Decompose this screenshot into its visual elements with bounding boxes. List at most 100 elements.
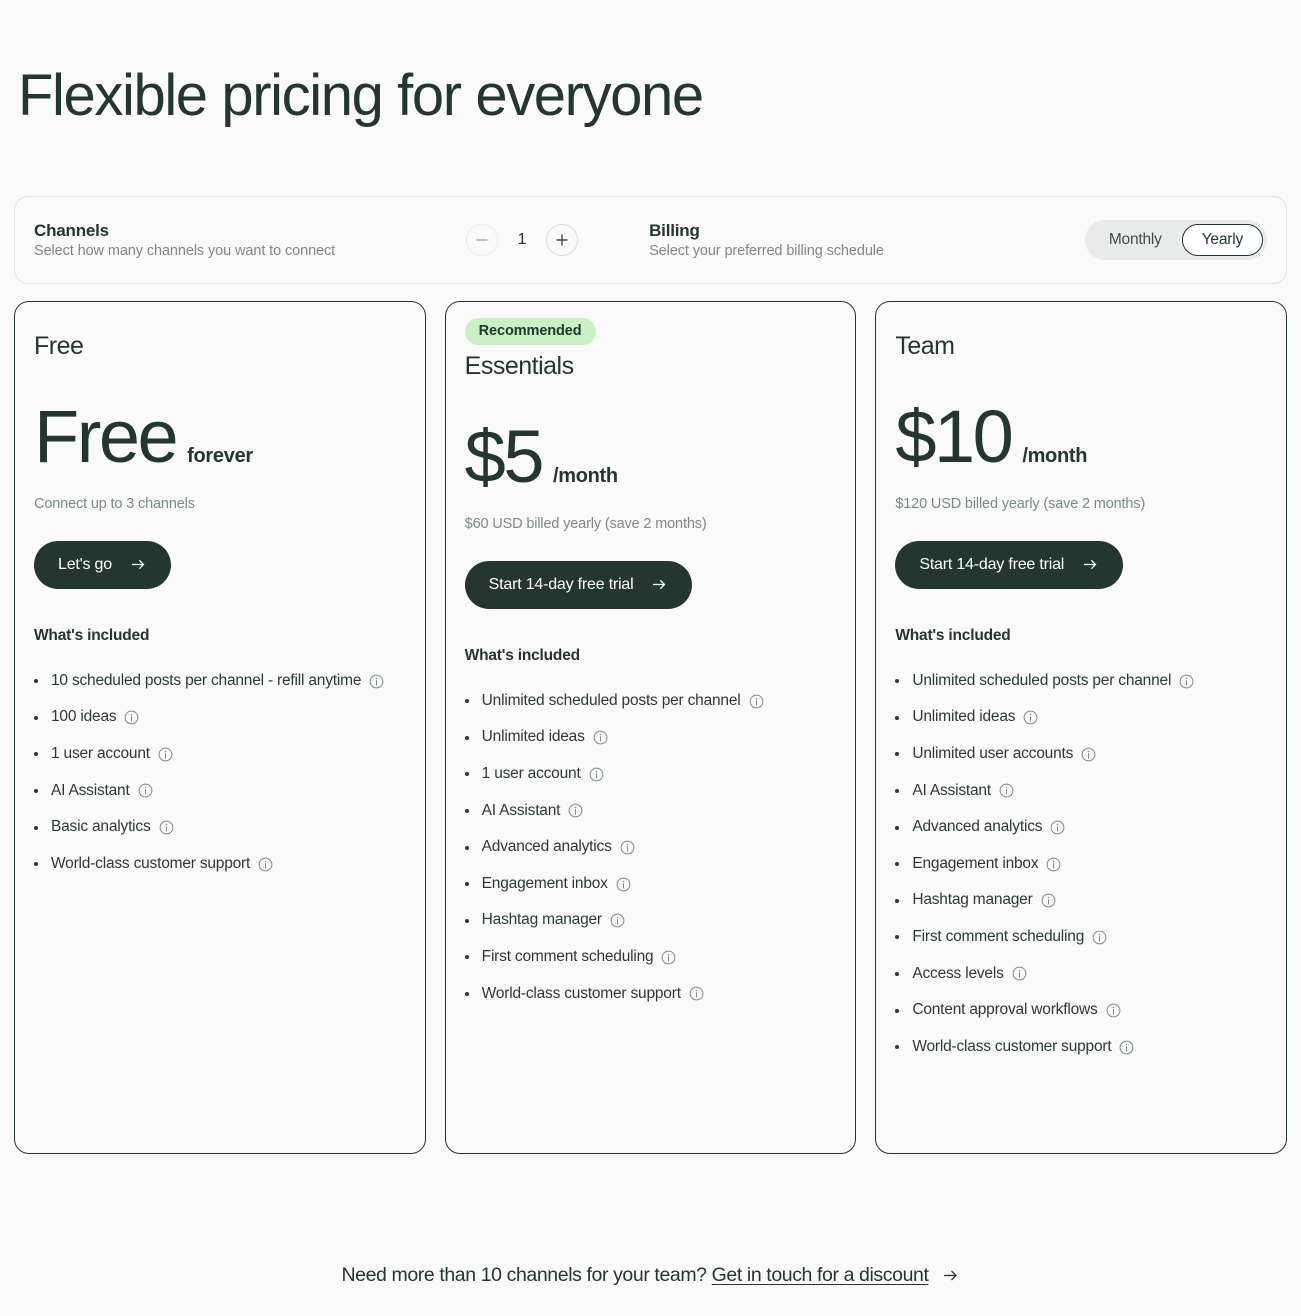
channels-labels: Channels Select how many channels you wa… <box>34 221 335 259</box>
bullet-icon <box>464 699 469 704</box>
plan-price-note: $120 USD billed yearly (save 2 months) <box>895 495 1146 512</box>
info-icon[interactable] <box>258 857 273 872</box>
bullet-icon <box>895 862 900 867</box>
feature-item: Access levels <box>895 956 1267 993</box>
info-icon[interactable] <box>124 710 139 725</box>
feature-label: AI Assistant <box>912 781 991 799</box>
channels-subtitle: Select how many channels you want to con… <box>34 242 336 259</box>
info-icon[interactable] <box>138 783 153 798</box>
feature-item: First comment scheduling <box>895 919 1267 956</box>
feature-label: Engagement inbox <box>481 874 608 892</box>
arrow-right-icon <box>941 1266 960 1285</box>
info-icon[interactable] <box>1081 747 1096 762</box>
feature-item: 10 scheduled posts per channel - refill … <box>34 663 406 700</box>
info-icon[interactable] <box>158 747 173 762</box>
billing-toggle-monthly[interactable]: Monthly <box>1089 224 1182 256</box>
footer-contact: Need more than 10 channels for your team… <box>0 1264 1301 1287</box>
get-in-touch-link[interactable]: Get in touch for a discount <box>712 1264 929 1286</box>
plan-cta-label: Start 14-day free trial <box>488 575 634 593</box>
arrow-right-icon <box>651 576 668 593</box>
bullet-icon <box>895 1045 900 1050</box>
feature-list: Unlimited scheduled posts per channel Unl… <box>895 663 1267 1066</box>
bullet-icon <box>895 1008 900 1013</box>
bullet-icon <box>895 788 900 793</box>
plus-icon <box>555 233 569 247</box>
info-icon[interactable] <box>1041 893 1056 908</box>
feature-label: Hashtag manager <box>481 911 602 929</box>
plan-price: $5 <box>464 414 545 498</box>
plan-price-note: $60 USD billed yearly (save 2 months) <box>464 515 707 532</box>
feature-item: Unlimited ideas <box>464 719 837 756</box>
feature-item: Unlimited scheduled posts per channel <box>895 663 1267 700</box>
feature-item: Advanced analytics <box>895 809 1267 846</box>
feature-label: World-class customer support <box>481 984 681 1002</box>
plan-cta-button[interactable]: Start 14-day free trial <box>895 540 1124 589</box>
info-icon[interactable] <box>1179 674 1194 689</box>
info-icon[interactable] <box>593 730 608 745</box>
price-row: $5/month <box>464 414 837 498</box>
billing-labels: Billing Select your preferred billing sc… <box>649 221 884 259</box>
info-icon[interactable] <box>620 840 635 855</box>
bullet-icon <box>34 715 38 720</box>
info-icon[interactable] <box>749 694 764 709</box>
bullet-icon <box>464 882 469 887</box>
info-icon[interactable] <box>589 767 604 782</box>
feature-list: Unlimited scheduled posts per channel Unl… <box>464 683 837 1012</box>
plan-cta-label: Let's go <box>58 555 112 573</box>
feature-item: Advanced analytics <box>464 829 837 866</box>
info-icon[interactable] <box>1106 1003 1121 1018</box>
bullet-icon <box>895 898 900 903</box>
pricing-card-free: Free Free forever Connect up to 3 channels L… <box>14 300 426 1154</box>
feature-item: Engagement inbox <box>895 846 1267 883</box>
feature-label: Content approval workflows <box>912 1001 1098 1019</box>
included-title: What's included <box>34 626 150 644</box>
plan-cta-button[interactable]: Start 14-day free trial <box>464 560 693 609</box>
bullet-icon <box>464 918 469 923</box>
info-icon[interactable] <box>1012 966 1027 981</box>
feature-label: Unlimited scheduled posts per channel <box>481 691 741 709</box>
info-icon[interactable] <box>1050 820 1065 835</box>
included-title: What's included <box>464 646 580 664</box>
channels-option-group: Channels Select how many channels you wa… <box>34 221 579 259</box>
info-icon[interactable] <box>610 913 625 928</box>
plan-price-suffix: /month <box>552 464 618 487</box>
feature-item: 100 ideas <box>34 699 406 736</box>
bullet-icon <box>464 845 469 850</box>
plan-name: Team <box>895 331 955 360</box>
feature-label: World-class customer support <box>51 854 251 872</box>
minus-icon <box>475 233 489 247</box>
bullet-icon <box>895 752 900 757</box>
billing-title: Billing <box>649 220 700 240</box>
plan-cta-button[interactable]: Let's go <box>34 540 171 589</box>
info-icon[interactable] <box>1119 1040 1134 1055</box>
increment-channels-button[interactable] <box>546 223 579 256</box>
info-icon[interactable] <box>661 950 676 965</box>
info-icon[interactable] <box>568 803 583 818</box>
info-icon[interactable] <box>369 674 384 689</box>
info-icon[interactable] <box>1023 710 1038 725</box>
feature-label: Engagement inbox <box>912 854 1039 872</box>
feature-label: Advanced analytics <box>912 818 1043 836</box>
pricing-cards: Free Free forever Connect up to 3 channels L… <box>14 300 1288 1154</box>
info-icon[interactable] <box>689 986 704 1001</box>
feature-label: Unlimited ideas <box>912 708 1016 726</box>
info-icon[interactable] <box>999 783 1014 798</box>
bullet-icon <box>34 679 38 684</box>
feature-item: AI Assistant <box>34 773 406 810</box>
info-icon[interactable] <box>616 877 631 892</box>
pricing-page: Flexible pricing for everyone Channels S… <box>0 0 1301 1316</box>
plan-name: Free <box>34 331 84 360</box>
info-icon[interactable] <box>1046 857 1061 872</box>
feature-item: 1 user account <box>34 736 406 773</box>
recommended-badge: Recommended <box>464 317 596 345</box>
billing-toggle-yearly[interactable]: Yearly <box>1181 223 1263 256</box>
feature-label: Access levels <box>912 964 1004 982</box>
feature-item: Hashtag manager <box>464 902 837 939</box>
feature-label: First comment scheduling <box>912 928 1085 946</box>
info-icon[interactable] <box>159 820 174 835</box>
decrement-channels-button[interactable] <box>466 223 499 256</box>
bullet-icon <box>34 752 38 757</box>
info-icon[interactable] <box>1092 930 1107 945</box>
price-row: $10/month <box>895 399 1267 474</box>
bullet-icon <box>895 715 900 720</box>
